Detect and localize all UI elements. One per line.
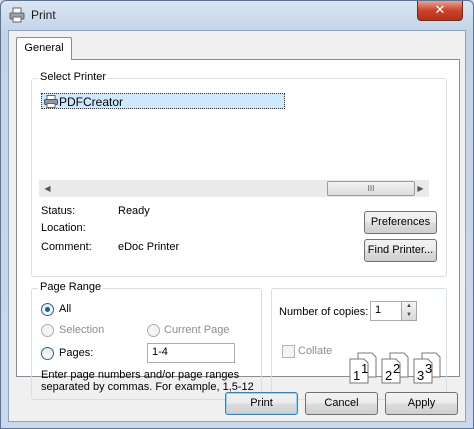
printer-icon xyxy=(44,95,58,108)
general-tab-panel: Select Printer PDFCreator ◀ III ▶ Status… xyxy=(16,59,460,400)
find-printer-button[interactable]: Find Printer... xyxy=(364,239,437,262)
collate-page-number: 2 xyxy=(385,368,392,383)
page-range-group: Page Range All Selection Current Page Pa… xyxy=(31,281,262,400)
collate-set-2: 2 2 xyxy=(381,352,409,384)
location-label: Location: xyxy=(41,222,86,234)
comment-label: Comment: xyxy=(41,241,92,253)
radio-pages[interactable] xyxy=(41,347,54,360)
dialog-client-area: General Select Printer PDFCreator ◀ III … xyxy=(8,30,466,422)
close-icon: ✕ xyxy=(434,2,446,17)
copies-input[interactable]: 1 xyxy=(370,301,402,321)
select-printer-group: Select Printer PDFCreator ◀ III ▶ Status… xyxy=(31,71,447,277)
collate-illustration: 1 1 2 2 3 3 xyxy=(349,352,441,384)
collate-set-1: 1 1 xyxy=(349,352,377,384)
printer-name: PDFCreator xyxy=(59,95,124,109)
comment-value: eDoc Printer xyxy=(118,241,180,253)
close-button[interactable]: ✕ xyxy=(417,1,463,21)
printer-item-pdfcreator[interactable]: PDFCreator xyxy=(41,93,285,109)
collate-page-number: 3 xyxy=(417,368,424,383)
collate-set-3: 3 3 xyxy=(413,352,441,384)
copies-group: Number of copies: 1 ▲ ▼ Collate 1 1 2 2 … xyxy=(271,288,447,400)
spin-up-icon[interactable]: ▲ xyxy=(402,302,416,311)
printer-icon xyxy=(9,7,25,23)
printer-list[interactable]: PDFCreator ◀ III ▶ xyxy=(39,90,429,197)
print-dialog: Print ✕ General Select Printer PDFCreato… xyxy=(0,0,474,429)
collate-checkbox[interactable] xyxy=(282,345,295,358)
scrollbar-thumb[interactable]: III xyxy=(327,181,415,196)
page-range-hint: Enter page numbers and/or page ranges se… xyxy=(41,369,254,393)
tab-label: General xyxy=(24,42,64,54)
collate-page-number: 3 xyxy=(425,361,432,376)
select-printer-legend: Select Printer xyxy=(38,71,109,83)
page-range-legend: Page Range xyxy=(38,281,104,293)
status-value: Ready xyxy=(118,205,150,217)
cancel-button[interactable]: Cancel xyxy=(305,392,378,415)
radio-selection[interactable] xyxy=(41,324,54,337)
print-button[interactable]: Print xyxy=(225,392,298,415)
scroll-right-icon[interactable]: ▶ xyxy=(412,180,429,197)
title-bar[interactable]: Print ✕ xyxy=(1,1,473,29)
collate-label[interactable]: Collate xyxy=(298,345,332,357)
collate-page-number: 2 xyxy=(393,361,400,376)
collate-page-number: 1 xyxy=(361,361,368,376)
radio-all[interactable] xyxy=(41,303,54,316)
radio-current-page[interactable] xyxy=(147,324,160,337)
copies-label: Number of copies: xyxy=(279,306,369,318)
status-label: Status: xyxy=(41,205,76,217)
collate-page-number: 1 xyxy=(353,368,360,383)
printer-list-scrollbar[interactable]: ◀ III ▶ xyxy=(39,180,429,197)
radio-selection-label[interactable]: Selection xyxy=(59,324,104,336)
grip-icon: III xyxy=(367,184,375,193)
copies-spinner[interactable]: ▲ ▼ xyxy=(401,301,417,321)
apply-button[interactable]: Apply xyxy=(385,392,458,415)
preferences-button[interactable]: Preferences xyxy=(364,211,437,234)
spin-down-icon[interactable]: ▼ xyxy=(402,311,416,320)
radio-pages-label[interactable]: Pages: xyxy=(59,347,93,359)
window-title: Print xyxy=(31,8,56,22)
scroll-left-icon[interactable]: ◀ xyxy=(39,180,56,197)
radio-current-page-label[interactable]: Current Page xyxy=(164,324,229,336)
pages-input[interactable]: 1-4 xyxy=(147,343,235,363)
tab-general[interactable]: General xyxy=(16,37,72,60)
radio-all-label[interactable]: All xyxy=(59,303,71,315)
